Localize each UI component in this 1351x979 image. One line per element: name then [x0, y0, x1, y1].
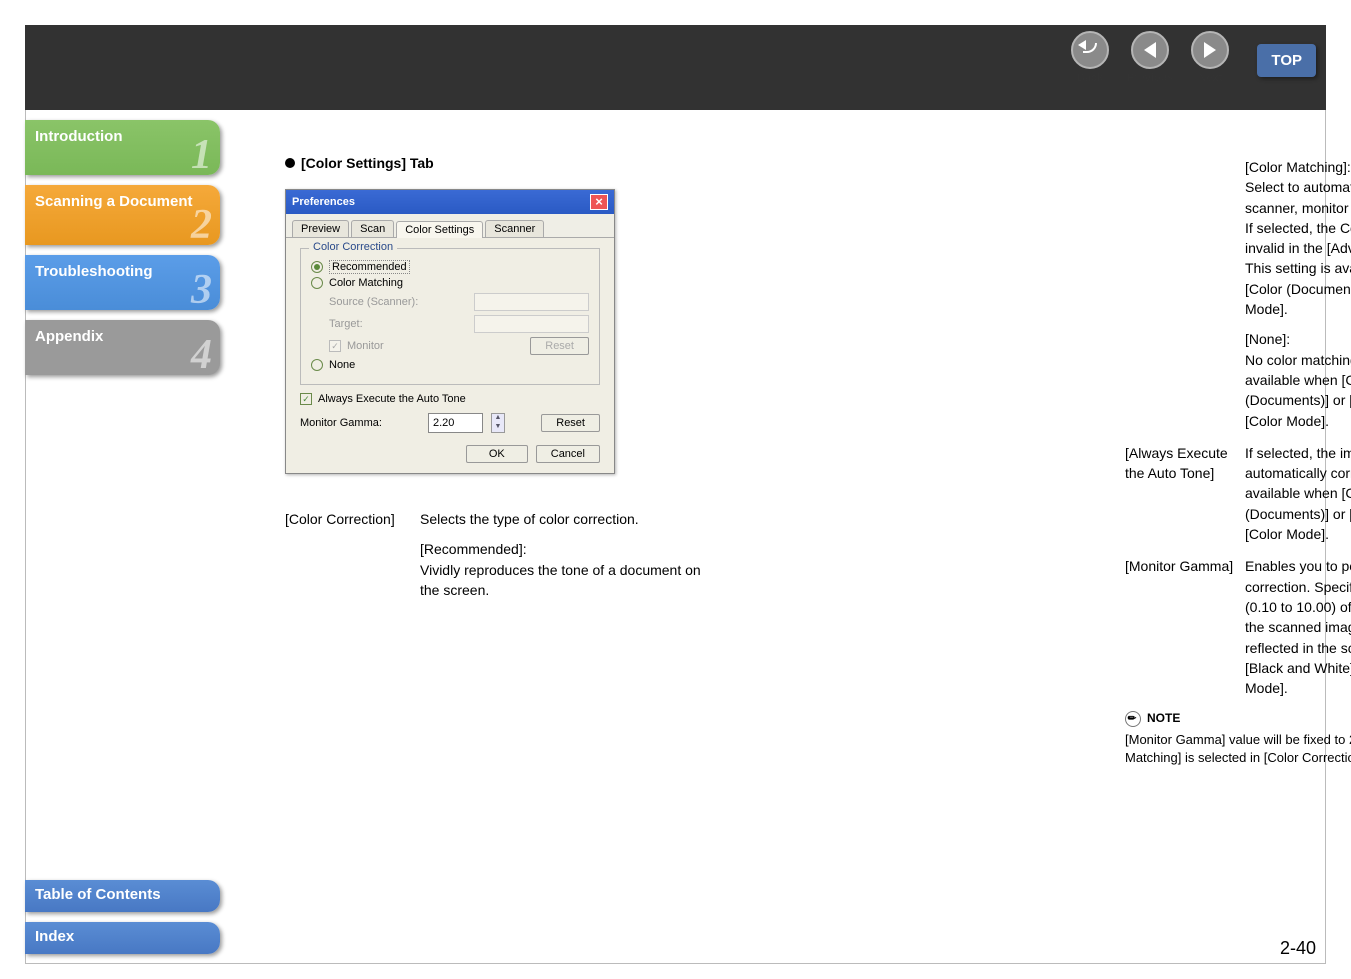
source-label: Source (Scanner):: [329, 296, 418, 308]
fieldset-label: Color Correction: [309, 241, 397, 253]
target-dropdown: [474, 315, 589, 333]
nav-next[interactable]: Next: [1191, 31, 1229, 84]
radio-color-matching[interactable]: [311, 277, 323, 289]
note-text: [Monitor Gamma] value will be fixed to 2…: [1125, 731, 1351, 767]
gamma-label: Monitor Gamma:: [300, 417, 420, 429]
gamma-spinner[interactable]: ▲▼: [491, 413, 505, 433]
top-button[interactable]: TOP: [1257, 44, 1316, 77]
target-label: Target:: [329, 318, 363, 330]
dialog-title: Preferences: [292, 196, 355, 208]
sidebar-appendix-label: Appendix: [35, 328, 103, 345]
sidebar-trouble-label: Troubleshooting: [35, 263, 153, 280]
nav-next-label: Next: [1199, 72, 1223, 84]
close-icon[interactable]: ×: [590, 194, 608, 210]
desc-autotone-body: If selected, the image color will always…: [1245, 443, 1351, 544]
sidebar-appendix-num: 4: [191, 330, 212, 375]
note-label: NOTE: [1147, 710, 1180, 727]
sidebar-item-appendix[interactable]: Appendix 4: [25, 320, 220, 375]
radio-colormatching-label: Color Matching: [329, 277, 403, 289]
sidebar-trouble-num: 3: [191, 265, 212, 310]
radio-none[interactable]: [311, 359, 323, 371]
sidebar-scan-num: 2: [191, 200, 212, 245]
sidebar-toc[interactable]: Table of Contents: [25, 880, 220, 912]
monitor-label: Monitor: [347, 340, 384, 352]
desc-colormatching-head: [Color Matching]:: [1245, 157, 1351, 177]
autotone-checkbox[interactable]: ✓: [300, 393, 312, 405]
autotone-label: Always Execute the Auto Tone: [318, 393, 466, 405]
nav-previous[interactable]: Previous: [1127, 31, 1173, 84]
page-number: 2-40: [1280, 938, 1316, 959]
sidebar-intro-num: 1: [191, 130, 212, 175]
sidebar-item-troubleshooting[interactable]: Troubleshooting 3: [25, 255, 220, 310]
preferences-dialog: Preferences × Preview Scan Color Setting…: [285, 189, 615, 474]
desc-gamma-body: Enables you to perform gamma correction.…: [1245, 556, 1351, 698]
radio-recommended-label: Recommended: [329, 260, 410, 274]
arrow-right-icon: [1204, 42, 1216, 58]
desc-recommended-body: Vividly reproduces the tone of a documen…: [420, 560, 720, 601]
cancel-button[interactable]: Cancel: [536, 445, 600, 463]
desc-autotone-term: [Always Execute the Auto Tone]: [1125, 443, 1245, 544]
radio-none-label: None: [329, 359, 355, 371]
reset-matching-button: Reset: [530, 337, 589, 355]
tab-color-settings[interactable]: Color Settings: [396, 221, 483, 238]
nav-back[interactable]: Back: [1071, 31, 1109, 84]
note-icon: ✎: [1122, 708, 1145, 731]
sidebar-item-scanning[interactable]: Scanning a Document 2: [25, 185, 220, 245]
sidebar-item-introduction[interactable]: Introduction 1: [25, 120, 220, 175]
sidebar-intro-label: Introduction: [35, 128, 122, 145]
reset-gamma-button[interactable]: Reset: [541, 414, 600, 432]
desc-none-body: No color matching is made. This setting …: [1245, 350, 1351, 431]
desc-gamma-term: [Monitor Gamma]: [1125, 556, 1245, 698]
arrow-left-icon: [1144, 42, 1156, 58]
tab-preview[interactable]: Preview: [292, 220, 349, 237]
tab-scanner[interactable]: Scanner: [485, 220, 544, 237]
header-bar: Back Previous Next TOP: [25, 25, 1326, 110]
sidebar-scan-label: Scanning a Document: [35, 193, 193, 210]
desc-colormatching-body: Select to automatically match the scanne…: [1245, 177, 1351, 319]
ok-button[interactable]: OK: [466, 445, 528, 463]
back-arrow-icon: [1080, 43, 1100, 58]
gamma-input[interactable]: [428, 413, 483, 433]
nav-prev-label: Previous: [1127, 72, 1173, 84]
nav-back-label: Back: [1077, 72, 1103, 84]
source-dropdown: [474, 293, 589, 311]
desc-none-head: [None]:: [1245, 329, 1351, 349]
tab-scan[interactable]: Scan: [351, 220, 394, 237]
monitor-checkbox: ✓: [329, 340, 341, 352]
radio-recommended[interactable]: [311, 261, 323, 273]
sidebar-index[interactable]: Index: [25, 922, 220, 954]
desc-color-correction-term: [Color Correction]: [285, 509, 420, 529]
